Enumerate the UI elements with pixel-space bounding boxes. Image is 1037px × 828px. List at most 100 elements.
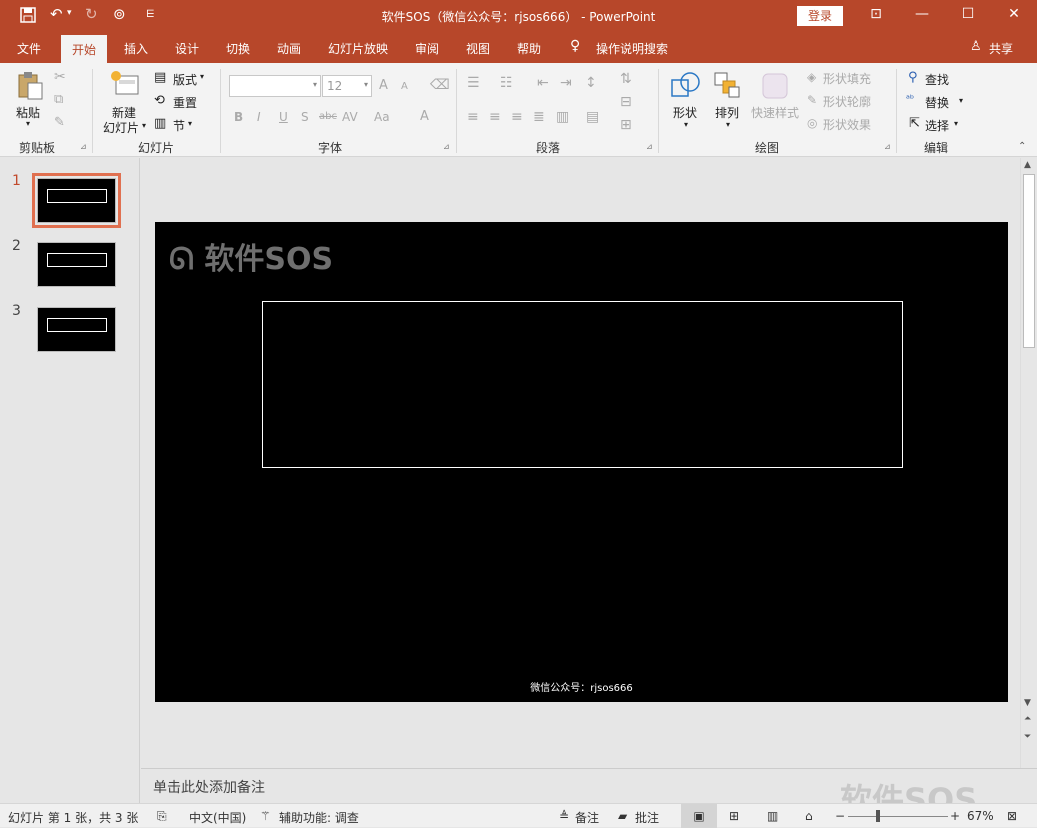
tab-transitions[interactable]: 切换 (226, 40, 250, 57)
title-placeholder[interactable] (262, 301, 903, 468)
font-launcher-icon[interactable]: ⊿ (443, 142, 450, 151)
align-right-icon[interactable]: ≡ (511, 109, 523, 125)
minimize-icon[interactable]: — (912, 6, 932, 22)
reset-button[interactable]: 重置 (173, 94, 197, 111)
zoom-out-icon[interactable]: − (835, 809, 845, 823)
drawing-launcher-icon[interactable]: ⊿ (884, 142, 891, 151)
shape-fill-button[interactable]: 形状填充 (823, 70, 871, 87)
section-button[interactable]: 节 (173, 117, 185, 134)
slide-thumbnail[interactable] (37, 307, 116, 352)
shapes-label[interactable]: 形状 (673, 104, 697, 121)
select-cursor-icon[interactable]: ⇱ (909, 116, 920, 131)
notes-button[interactable]: 备注 (575, 809, 599, 826)
notes-placeholder[interactable]: 单击此处添加备注 (153, 777, 265, 797)
zoom-slider[interactable] (848, 816, 948, 817)
smartart-icon[interactable]: ⊞ (620, 117, 632, 133)
copy-icon[interactable]: ⧉ (54, 92, 63, 107)
tab-view[interactable]: 视图 (466, 40, 490, 57)
change-case-button[interactable]: Aa (374, 110, 390, 124)
select-button[interactable]: 选择 (925, 117, 949, 134)
grow-font-icon[interactable]: A (379, 78, 388, 93)
zoom-level[interactable]: 67% (967, 809, 994, 823)
bold-button[interactable]: B (234, 110, 243, 124)
arrange-label[interactable]: 排列 (715, 104, 739, 121)
tab-home[interactable]: 开始 (61, 35, 108, 63)
scroll-thumb[interactable] (1023, 174, 1035, 348)
quick-styles-label[interactable]: 快速样式 (751, 104, 799, 121)
slideshow-view-icon[interactable]: ⌂ (805, 809, 813, 823)
reset-icon[interactable]: ⟲ (154, 93, 165, 108)
italic-button[interactable]: I (257, 110, 261, 124)
paste-dropdown-icon[interactable]: ▾ (26, 119, 30, 128)
decrease-indent-icon[interactable]: ⇤ (537, 75, 549, 91)
zoom-in-icon[interactable]: + (950, 809, 960, 823)
section-icon[interactable]: ▥ (154, 116, 166, 131)
tab-design[interactable]: 设计 (175, 40, 199, 57)
notes-toggle-icon[interactable]: ≜ (559, 809, 569, 823)
replace-dropdown-icon[interactable]: ▾ (959, 96, 963, 105)
new-slide-icon[interactable] (110, 70, 140, 98)
line-spacing-icon[interactable]: ↕ (585, 75, 597, 91)
replace-icon[interactable]: ᵃᵇ (906, 94, 914, 105)
format-painter-icon[interactable]: ✎ (54, 115, 65, 130)
maximize-icon[interactable]: ☐ (958, 6, 978, 22)
underline-button[interactable]: U (279, 110, 288, 124)
text-direction-icon[interactable]: ⇅ (620, 71, 632, 87)
font-size-dropdown-icon[interactable]: ▾ (364, 80, 368, 89)
select-dropdown-icon[interactable]: ▾ (954, 119, 958, 128)
comments-button[interactable]: 批注 (635, 809, 659, 826)
login-button[interactable]: 登录 (797, 6, 843, 26)
character-spacing-button[interactable]: AV (342, 110, 358, 124)
previous-slide-icon[interactable]: ⏶ (1024, 714, 1031, 724)
zoom-slider-thumb[interactable] (876, 810, 880, 822)
share-button[interactable]: 共享 (989, 40, 1013, 57)
arrange-dropdown-icon[interactable]: ▾ (726, 120, 730, 129)
ribbon-display-icon[interactable]: ⊡ (866, 6, 886, 22)
slide-thumbnail[interactable] (37, 242, 116, 287)
shadow-button[interactable]: S (301, 110, 309, 124)
tab-file[interactable]: 文件 (17, 40, 41, 57)
quick-styles-icon[interactable] (760, 71, 790, 101)
accessibility-icon[interactable]: ⚚ (260, 809, 271, 823)
normal-view-icon[interactable]: ▣ (681, 804, 717, 828)
increase-indent-icon[interactable]: ⇥ (560, 75, 572, 91)
next-slide-icon[interactable]: ⏷ (1024, 732, 1031, 742)
layout-button[interactable]: 版式 (173, 71, 197, 88)
align-left-icon[interactable]: ≡ (467, 109, 479, 125)
tab-review[interactable]: 审阅 (415, 40, 439, 57)
slide-sorter-icon[interactable]: ⊞ (729, 809, 739, 823)
reading-view-icon[interactable]: ▥ (767, 809, 778, 823)
close-icon[interactable]: ✕ (1004, 6, 1024, 22)
section-dropdown-icon[interactable]: ▾ (188, 119, 192, 128)
new-slide-dropdown-icon[interactable]: ▾ (142, 121, 146, 130)
tell-me-search[interactable]: 操作说明搜索 (596, 40, 668, 57)
new-slide-line2[interactable]: 幻灯片 (103, 119, 139, 136)
layout-icon[interactable]: ▤ (154, 70, 166, 85)
shape-outline-icon[interactable]: ✎ (807, 93, 817, 107)
layout-dropdown-icon[interactable]: ▾ (200, 72, 204, 81)
tab-slideshow[interactable]: 幻灯片放映 (328, 40, 388, 57)
cut-icon[interactable]: ✂ (54, 69, 66, 85)
shape-effects-icon[interactable]: ◎ (807, 116, 817, 130)
slide-canvas[interactable]: ᘏ 软件SOS 微信公众号：rjsos666 (155, 222, 1008, 702)
strikethrough-button[interactable]: abc (319, 111, 337, 122)
fit-to-window-icon[interactable]: ⊠ (1007, 809, 1017, 823)
shrink-font-icon[interactable]: A (401, 81, 408, 92)
find-button[interactable]: 查找 (925, 71, 949, 88)
shape-effects-button[interactable]: 形状效果 (823, 116, 871, 133)
font-size-box[interactable]: 12 ▾ (322, 75, 372, 97)
replace-button[interactable]: 替换 (925, 94, 949, 111)
tab-help[interactable]: 帮助 (517, 40, 541, 57)
tab-insert[interactable]: 插入 (124, 40, 148, 57)
language-indicator[interactable]: 中文(中国) (189, 809, 246, 826)
find-icon[interactable]: ⚲ (908, 70, 918, 85)
font-name-dropdown-icon[interactable]: ▾ (313, 80, 317, 89)
shape-outline-button[interactable]: 形状轮廓 (823, 93, 871, 110)
paragraph-launcher-icon[interactable]: ⊿ (646, 142, 653, 151)
shape-fill-icon[interactable]: ◈ (807, 70, 816, 84)
align-text-icon[interactable]: ⊟ (620, 94, 632, 110)
bullets-icon[interactable]: ☰ (467, 75, 480, 91)
columns-icon[interactable]: ▤ (586, 109, 599, 125)
spelling-icon[interactable]: ⎘ (157, 809, 167, 824)
comments-icon[interactable]: ▰ (618, 809, 627, 823)
